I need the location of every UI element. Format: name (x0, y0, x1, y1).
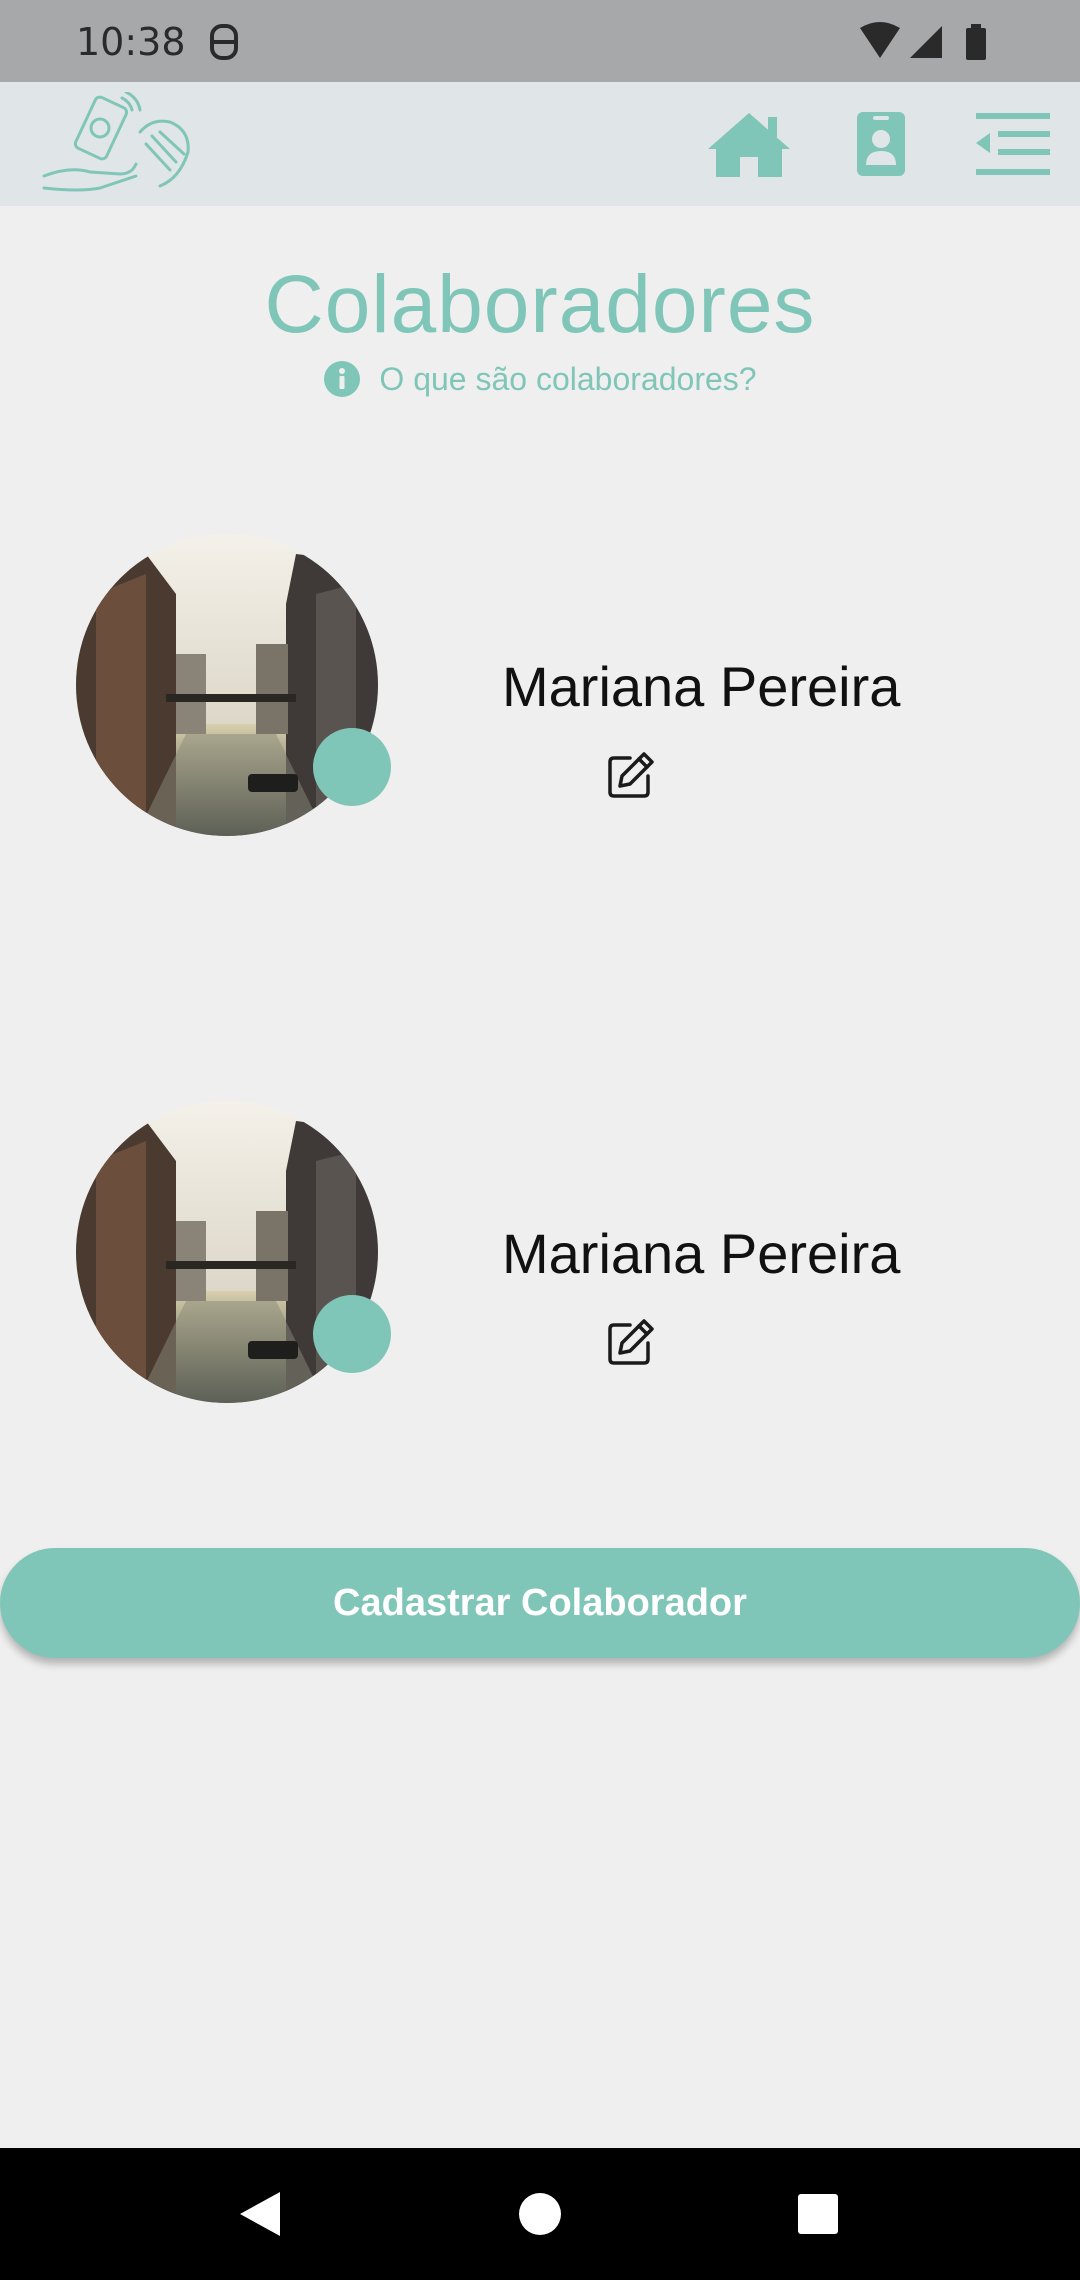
battery-icon (966, 24, 986, 60)
status-bar: 10:38 (0, 0, 1080, 82)
edit-icon (608, 1319, 654, 1365)
signal-icon (910, 26, 942, 58)
register-collaborator-button[interactable]: Cadastrar Colaborador (0, 1548, 1080, 1658)
collaborator-card[interactable]: Mariana Pereira (0, 534, 1080, 854)
page-title: Colaboradores (264, 259, 816, 350)
status-indicator (313, 728, 391, 806)
notification-app-icon (210, 24, 238, 60)
register-collaborator-label: Cadastrar Colaborador (333, 1581, 747, 1624)
collaborator-card[interactable]: Mariana Pereira (0, 1101, 1080, 1421)
screen: 10:38 Colaboradores O que são colaborado… (0, 0, 1080, 2280)
system-status-icons (860, 22, 986, 60)
edit-icon (608, 752, 654, 798)
status-time: 10:38 (76, 20, 186, 64)
home-icon (708, 113, 790, 177)
recents-square-icon (798, 2194, 838, 2234)
recents-button[interactable] (778, 2174, 858, 2254)
collaborator-name: Mariana Pereira (502, 655, 901, 718)
profile-button[interactable] (846, 104, 916, 184)
collaborator-name: Mariana Pereira (502, 1222, 901, 1285)
home-nav-button[interactable] (500, 2174, 580, 2254)
status-indicator (313, 1295, 391, 1373)
home-button[interactable] (706, 104, 792, 184)
info-text: O que são colaboradores? (379, 360, 757, 397)
edit-button[interactable] (606, 1317, 656, 1367)
system-navigation-bar (0, 2148, 1080, 2280)
back-icon (240, 2192, 280, 2236)
app-logo (42, 92, 190, 192)
info-link[interactable]: O que são colaboradores? (0, 360, 1080, 398)
info-icon (324, 361, 361, 397)
back-button[interactable] (220, 2174, 300, 2254)
app-bar (0, 82, 1080, 206)
edit-button[interactable] (606, 750, 656, 800)
id-badge-icon (857, 112, 905, 176)
menu-collapse-icon (976, 113, 1050, 175)
wifi-icon (860, 22, 900, 58)
menu-button[interactable] (970, 104, 1056, 184)
home-circle-icon (519, 2193, 561, 2235)
